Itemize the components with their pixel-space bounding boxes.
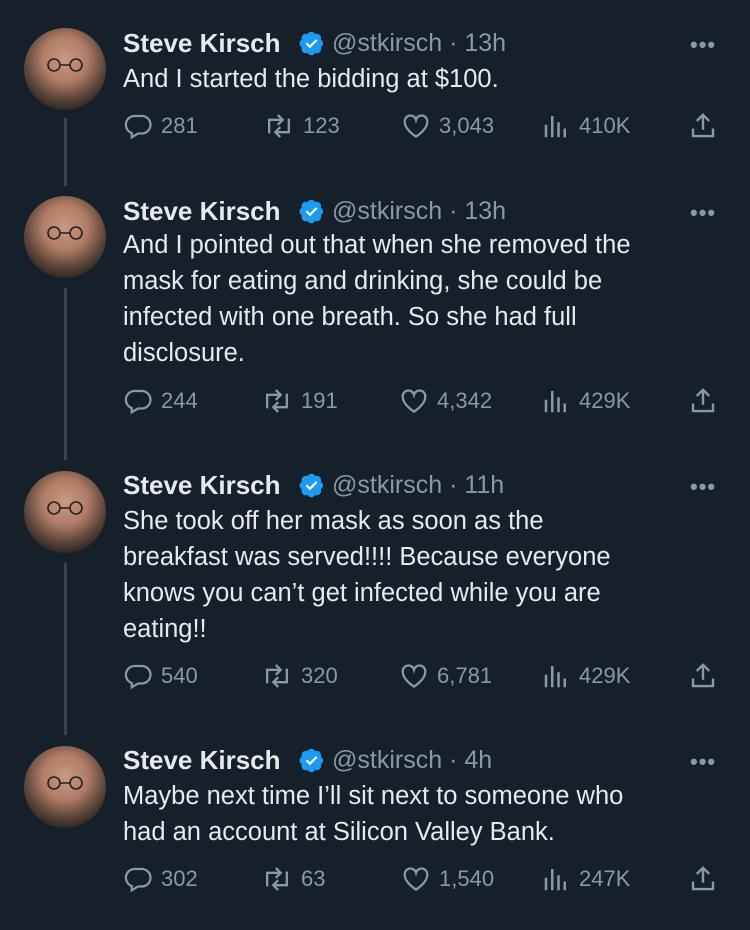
reply-button[interactable]: 302: [123, 864, 198, 894]
reply-count: 302: [161, 866, 198, 891]
avatar[interactable]: [24, 746, 106, 828]
views-button[interactable]: 247K: [541, 864, 630, 894]
heart-icon: [403, 867, 429, 891]
author-handle[interactable]: @stkirsch: [332, 746, 442, 774]
retweet-button[interactable]: 63: [261, 864, 325, 894]
like-button[interactable]: 1,540: [401, 864, 494, 894]
more-icon[interactable]: •••: [690, 749, 716, 775]
tweet-text: Maybe next time I’ll sit next to someone…: [123, 782, 624, 846]
reply-icon: [124, 867, 152, 893]
share-button[interactable]: [688, 864, 718, 894]
verified-badge-icon: [299, 748, 324, 773]
share-icon: [691, 866, 715, 891]
author-name[interactable]: Steve Kirsch: [123, 745, 281, 776]
retweet-icon: [265, 867, 289, 891]
retweet-count: 63: [301, 866, 326, 891]
timestamp[interactable]: · 4h: [449, 746, 492, 774]
tweet[interactable]: Steve Kirsch @stkirsch · 4h ••• Maybe ne…: [0, 0, 750, 930]
views-count: 247K: [579, 866, 631, 891]
views-icon: [544, 869, 566, 891]
like-count: 1,540: [439, 866, 495, 891]
